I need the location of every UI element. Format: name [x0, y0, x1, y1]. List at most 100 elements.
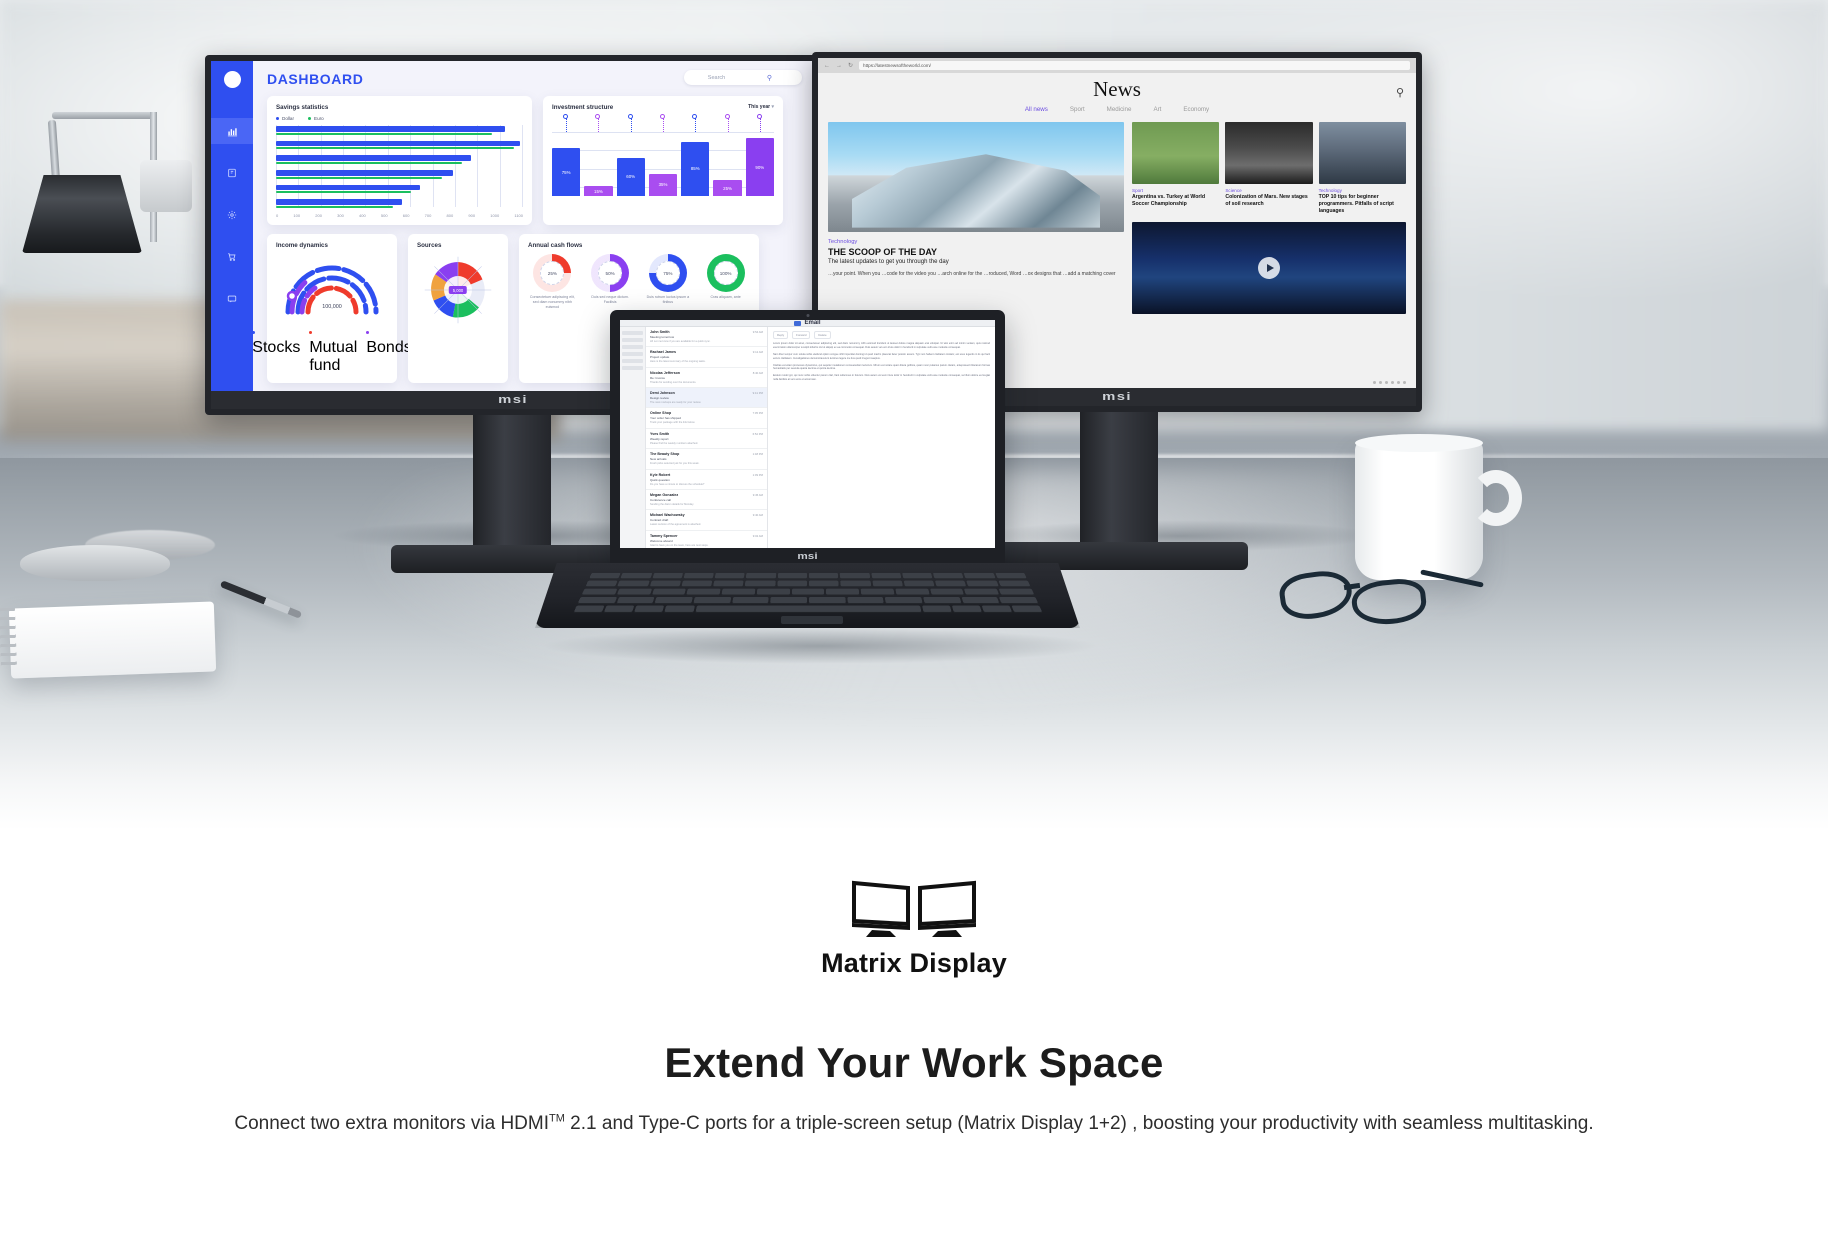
keyboard-key[interactable] [791, 588, 825, 596]
keyboard-key[interactable] [616, 597, 655, 604]
keyboard-key[interactable] [616, 588, 652, 596]
sidebar-item-analytics[interactable] [211, 118, 253, 144]
keyboard-key[interactable] [756, 588, 790, 596]
news-hero-article[interactable]: Technology THE SCOOP OF THE DAY The late… [828, 122, 1124, 314]
keyboard-key[interactable] [933, 572, 965, 580]
keyboard-key[interactable] [966, 580, 999, 588]
keyboard-key[interactable] [713, 580, 744, 588]
keyboard-key[interactable] [870, 572, 902, 580]
laptop-keyboard[interactable] [573, 572, 1043, 613]
keyboard-key[interactable] [808, 580, 839, 588]
forward-arrow-icon[interactable]: → [836, 63, 844, 69]
email-action-tabs[interactable]: Reply Forward Delete [773, 331, 990, 339]
keyboard-key[interactable] [770, 597, 808, 604]
keyboard-key[interactable] [808, 572, 839, 580]
list-item[interactable]: Nicolas Jefferson 8:40 AM Re: Invoice Thank… [646, 368, 767, 389]
list-item[interactable]: Tammy Spencer 9:02 AM Welcome aboard Glad t… [646, 531, 767, 548]
keyboard-key[interactable] [777, 580, 807, 588]
email-folder-list[interactable] [620, 327, 646, 548]
email-action-forward[interactable]: Forward [792, 331, 811, 339]
keyboard-key[interactable] [664, 605, 695, 613]
list-item[interactable]: Yves Smith 6:52 PM Weekly report Please fin… [646, 429, 767, 450]
email-folder-item[interactable] [622, 331, 643, 335]
keyboard-key[interactable] [901, 572, 933, 580]
list-item[interactable]: Demi Johnson 9:41 PM Design review The new … [646, 388, 767, 409]
keyboard-key[interactable] [839, 572, 870, 580]
news-nav-item-all-news[interactable]: All news [1025, 106, 1048, 113]
keyboard-key[interactable] [872, 580, 903, 588]
sidebar-item-messages[interactable] [211, 286, 253, 312]
keyboard-key[interactable] [581, 588, 618, 596]
list-item[interactable]: Online Shop 7:05 PM Your order has shipped… [646, 408, 767, 429]
keyboard-key[interactable] [634, 605, 665, 613]
sidebar-item-settings[interactable] [211, 202, 253, 228]
news-video-card[interactable] [1132, 221, 1406, 314]
keyboard-key[interactable] [651, 588, 687, 596]
list-item[interactable]: Rachael James 9:12 AM Project update Here i… [646, 347, 767, 368]
keyboard-key[interactable] [777, 572, 808, 580]
keyboard-key[interactable] [588, 572, 621, 580]
keyboard-key[interactable] [654, 597, 693, 604]
reload-icon[interactable]: ↻ [848, 62, 855, 69]
news-card[interactable]: Technology TOP 10 tips for beginner progr… [1318, 122, 1406, 215]
email-folder-item[interactable] [622, 338, 643, 342]
keyboard-key[interactable] [693, 597, 731, 604]
keyboard-key[interactable] [683, 572, 714, 580]
sidebar-item-cart[interactable] [211, 244, 253, 270]
list-item[interactable]: The Beauty Shop 1:48 PM New arrivals Fresh … [646, 449, 767, 470]
email-folder-item[interactable] [622, 352, 643, 356]
keyboard-key[interactable] [686, 588, 721, 596]
keyboard-key[interactable] [923, 597, 962, 604]
keyboard-key[interactable] [929, 588, 965, 596]
news-nav-item-medicine[interactable]: Medicine [1107, 106, 1132, 113]
news-card[interactable]: Science Colonization of Mars. New stages … [1225, 122, 1313, 215]
keyboard-key[interactable] [995, 572, 1027, 580]
keyboard-key[interactable] [681, 580, 713, 588]
news-nav-item-economy[interactable]: Economy [1183, 106, 1209, 113]
keyboard-key[interactable] [620, 572, 652, 580]
keyboard-key[interactable] [746, 572, 776, 580]
keyboard-key[interactable] [885, 597, 923, 604]
keyboard-key[interactable] [731, 597, 769, 604]
news-nav-item-sport[interactable]: Sport [1070, 106, 1085, 113]
email-action-delete[interactable]: Delete [814, 331, 831, 339]
keyboard-key[interactable] [998, 580, 1031, 588]
keyboard-key[interactable] [694, 605, 922, 613]
keyboard-key[interactable] [745, 580, 776, 588]
list-item[interactable]: Megan Gonzalez 9:45 AM Conference call Send… [646, 490, 767, 511]
keyboard-key[interactable] [964, 572, 996, 580]
keyboard-key[interactable] [840, 580, 871, 588]
keyboard-key[interactable] [573, 605, 605, 613]
keyboard-key[interactable] [860, 588, 895, 596]
search-input[interactable]: Search ⚲ [684, 70, 802, 85]
keyboard-key[interactable] [585, 580, 618, 588]
keyboard-key[interactable] [921, 605, 952, 613]
keyboard-key[interactable] [603, 605, 635, 613]
keyboard-key[interactable] [998, 588, 1035, 596]
keyboard-key[interactable] [999, 597, 1039, 604]
keyboard-key[interactable] [961, 597, 1000, 604]
laptop-trackpad[interactable] [781, 616, 843, 624]
keyboard-key[interactable] [651, 572, 683, 580]
keyboard-key[interactable] [935, 580, 967, 588]
keyboard-key[interactable] [577, 597, 617, 604]
keyboard-key[interactable] [721, 588, 756, 596]
keyboard-key[interactable] [714, 572, 745, 580]
list-item[interactable]: Michael Wachowsky 9:40 AM Contract draft La… [646, 510, 767, 531]
period-selector[interactable]: This year ▾ [748, 104, 774, 110]
carousel-dots[interactable] [1373, 381, 1406, 384]
news-nav-item-art[interactable]: Art [1153, 106, 1161, 113]
email-folder-item[interactable] [622, 359, 643, 363]
keyboard-key[interactable] [964, 588, 1000, 596]
back-arrow-icon[interactable]: ← [824, 63, 832, 69]
keyboard-key[interactable] [1011, 605, 1043, 613]
search-icon[interactable]: ⚲ [1396, 86, 1404, 99]
avatar[interactable] [223, 71, 241, 88]
keyboard-key[interactable] [981, 605, 1013, 613]
keyboard-key[interactable] [617, 580, 650, 588]
keyboard-key[interactable] [895, 588, 930, 596]
address-bar[interactable]: https://latestnewsoftheworld.com/ [859, 61, 1410, 70]
keyboard-key[interactable] [826, 588, 860, 596]
play-icon[interactable] [1258, 256, 1280, 279]
email-folder-item[interactable] [622, 345, 643, 349]
